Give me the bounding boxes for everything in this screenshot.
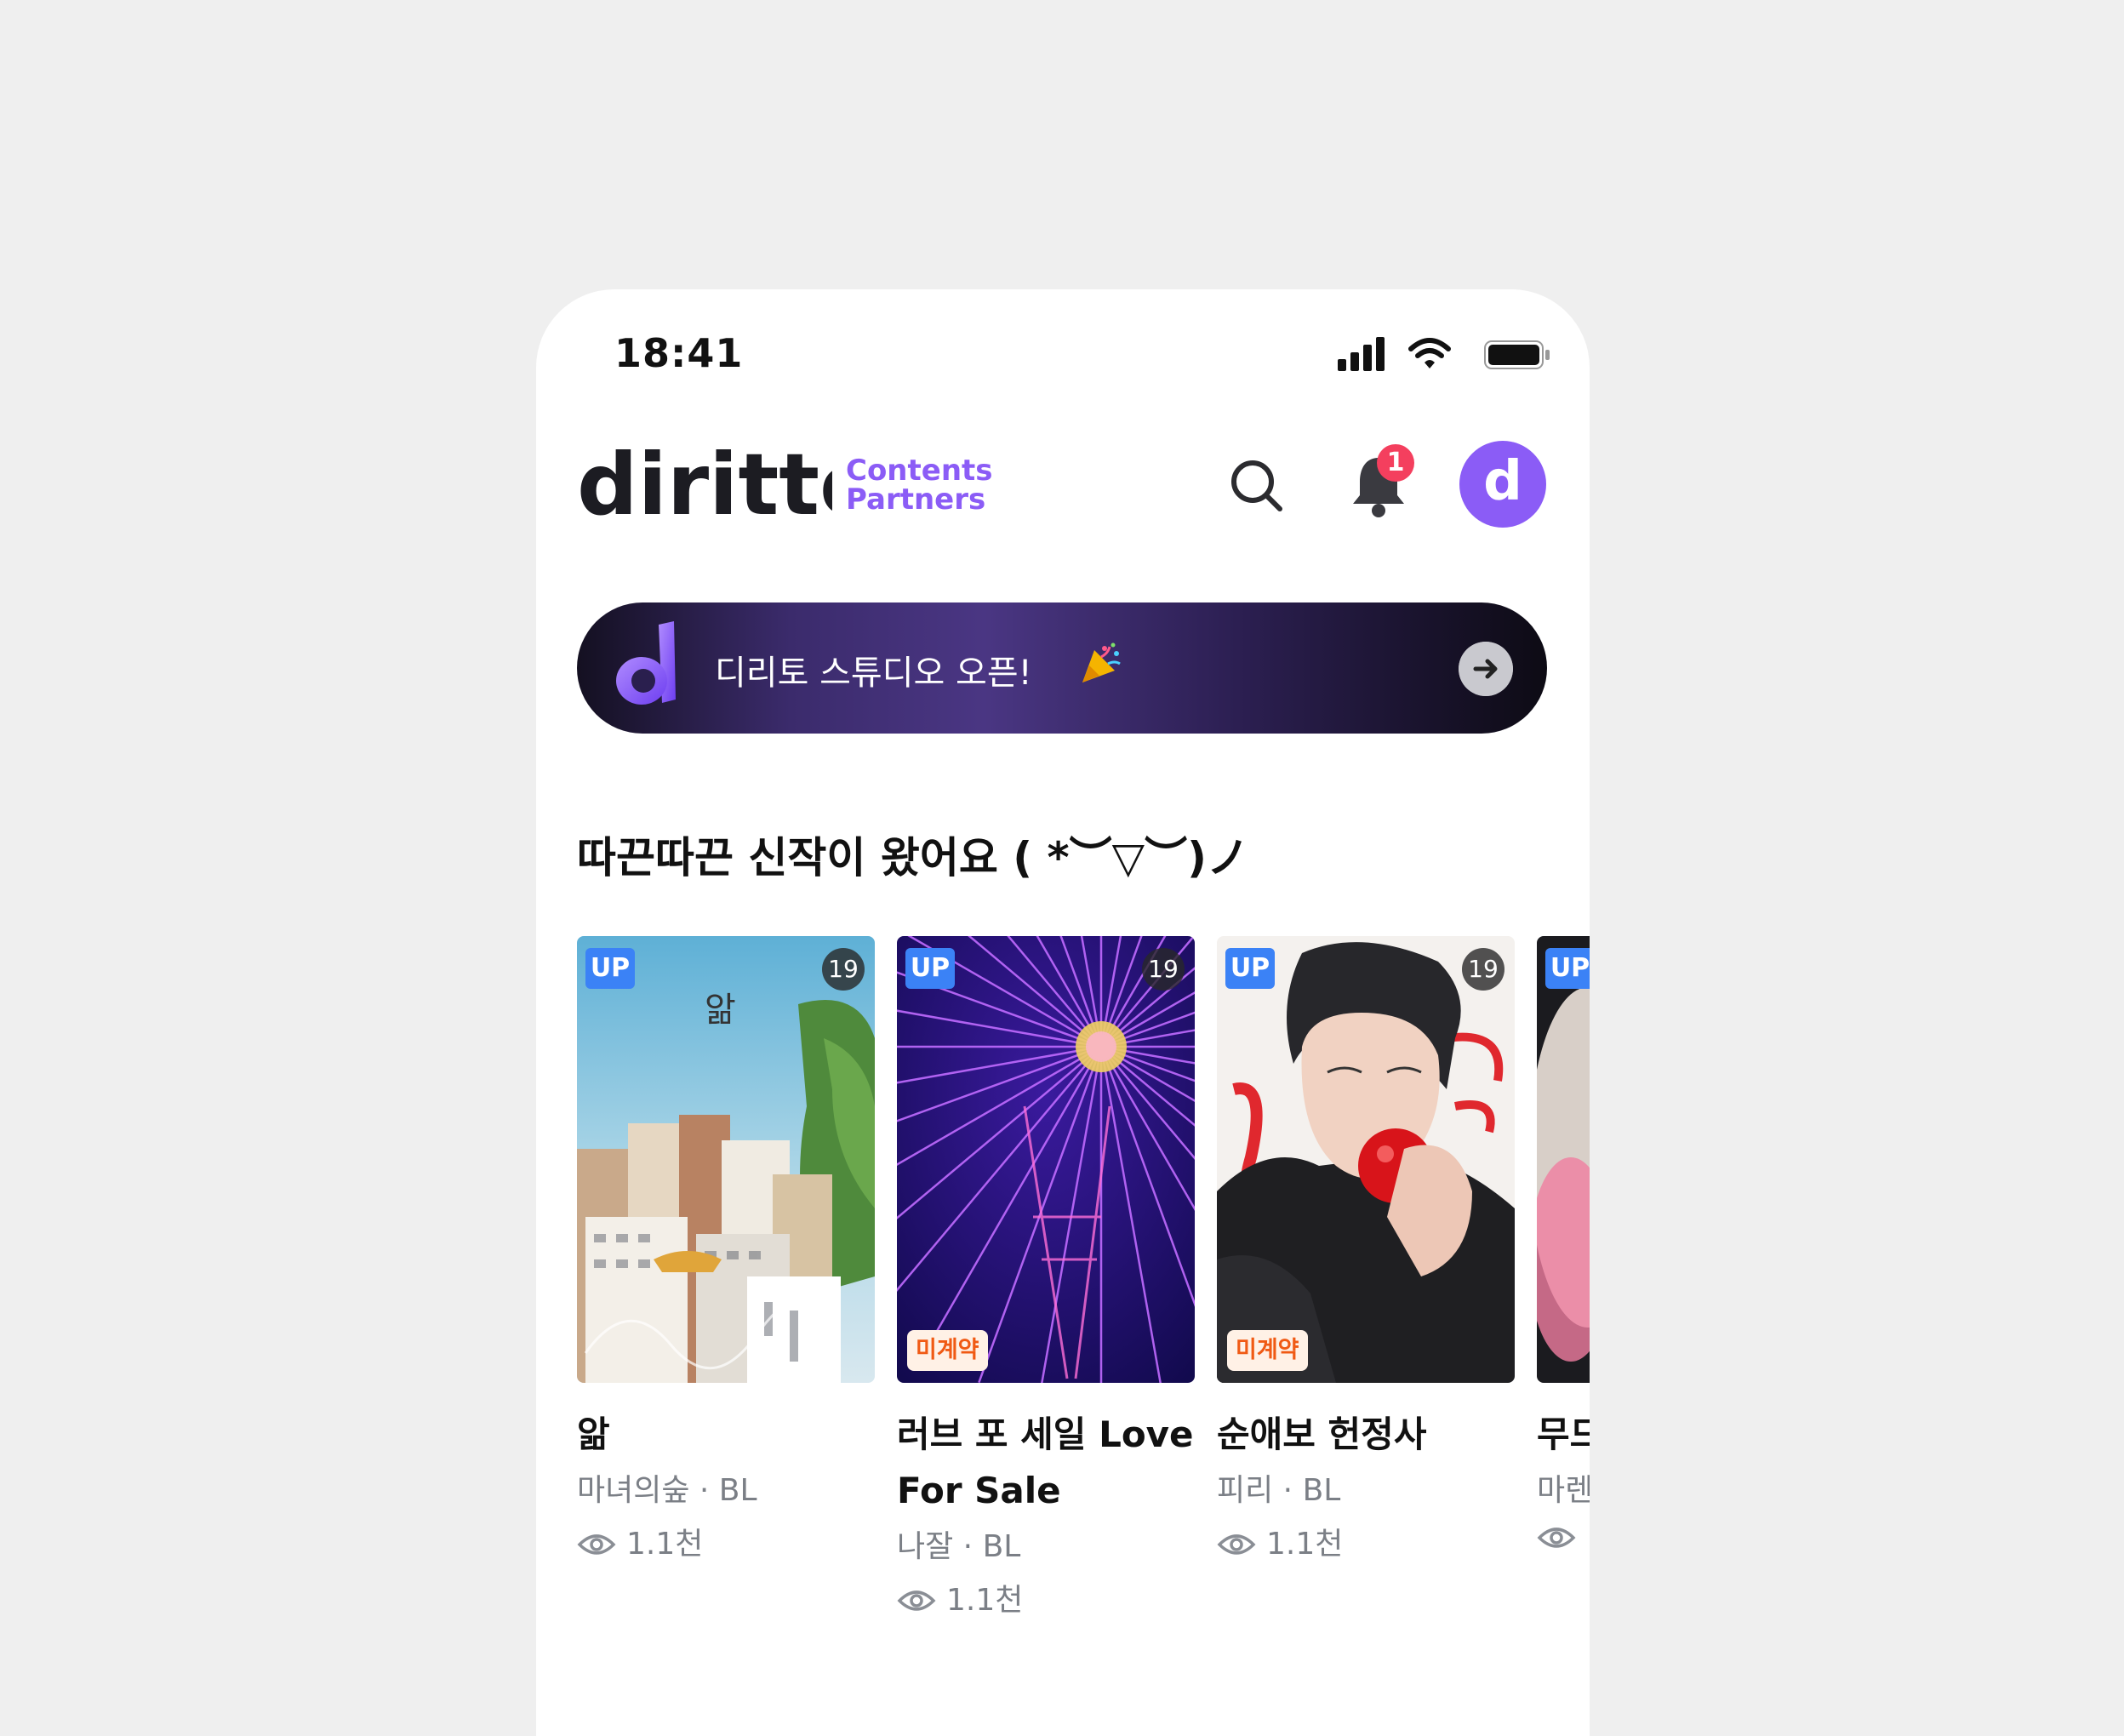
logo-sub-partners: Partners — [846, 483, 986, 517]
banner-text: 디리토 스튜디오 오픈! — [715, 654, 1032, 693]
eye-icon — [577, 1534, 616, 1555]
party-popper-icon — [1082, 642, 1121, 682]
uncontracted-badge: 미계약 — [907, 1330, 988, 1371]
phone-screen: 18:41 diritto Contents Partners — [536, 289, 1590, 1736]
logo-text: diritto — [577, 441, 832, 534]
notification-badge: 1 — [1377, 444, 1414, 482]
uncontracted-badge: 미계약 — [1227, 1330, 1308, 1371]
status-time: 18:41 — [614, 330, 744, 376]
card-title[interactable]: 무드 Mo — [1537, 1407, 1590, 1463]
card-author-genre: 마렌 — [1537, 1473, 1590, 1508]
search-icon[interactable] — [1224, 453, 1288, 517]
cover-art-ferris-wheel — [897, 936, 1195, 1383]
work-card[interactable]: 앎 UP 19 앎 마녀의숲 · BL 1.1천 — [577, 936, 875, 1565]
arrow-right-icon[interactable] — [1459, 642, 1513, 696]
eye-icon — [1217, 1534, 1256, 1555]
card-title[interactable]: 순애보 헌정사 — [1217, 1407, 1515, 1463]
signal-icon — [1338, 337, 1385, 371]
cover-image[interactable]: UP 19 미계약 — [1217, 936, 1515, 1383]
work-card[interactable]: UP 19 미계약 순애보 헌정사 피리 · BL 1.1천 — [1217, 936, 1515, 1565]
logo-subtitle: Contents Partners — [846, 456, 993, 514]
age-19-badge: 19 — [1462, 948, 1504, 991]
card-author-genre: 마녀의숲 · BL — [577, 1473, 757, 1508]
age-19-badge: 19 — [822, 948, 865, 991]
cover-art-abstract — [1537, 936, 1590, 1383]
cover-image[interactable]: UP 19 미계약 — [897, 936, 1195, 1383]
work-card[interactable]: UP 무드 Mo 마렌 — [1537, 936, 1590, 1551]
card-title[interactable]: 앎 — [577, 1407, 875, 1463]
up-badge: UP — [585, 948, 635, 989]
card-views — [1537, 1524, 1590, 1551]
view-count: 1.1천 — [1266, 1527, 1344, 1562]
work-card[interactable]: UP 19 미계약 러브 포 세일 Love For Sale 나잘 · BL … — [897, 936, 1195, 1621]
cover-image[interactable]: 앎 UP 19 — [577, 936, 875, 1383]
view-count: 1.1천 — [946, 1583, 1024, 1618]
card-author-genre: 나잘 · BL — [897, 1529, 1021, 1564]
cover-art-town: 앎 — [577, 936, 875, 1383]
battery-icon — [1484, 340, 1550, 369]
section-title: 따끈따끈 신작이 왔어요 ( *︶▽︶)ノ — [577, 833, 1249, 882]
avatar[interactable]: d — [1459, 441, 1546, 528]
up-badge: UP — [1545, 948, 1590, 989]
up-badge: UP — [905, 948, 955, 989]
cover-image[interactable]: UP — [1537, 936, 1590, 1383]
eye-icon — [1537, 1528, 1576, 1548]
wifi-icon — [1408, 338, 1451, 368]
age-19-badge: 19 — [1142, 948, 1185, 991]
card-views: 1.1천 — [577, 1524, 875, 1565]
card-views: 1.1천 — [1217, 1524, 1515, 1565]
cover-art-portrait — [1217, 936, 1515, 1383]
up-badge: UP — [1225, 948, 1275, 989]
eye-icon — [897, 1590, 936, 1611]
card-title[interactable]: 러브 포 세일 Love For Sale — [897, 1407, 1195, 1519]
cover-title-text: 앎 — [705, 991, 736, 1030]
banner-d-logo-icon — [616, 621, 676, 705]
logo-sub-contents: Contents — [846, 454, 993, 488]
view-count: 1.1천 — [626, 1527, 704, 1562]
card-views: 1.1천 — [897, 1580, 1195, 1621]
diritto-logo[interactable]: diritto — [577, 441, 832, 534]
card-author-genre: 피리 · BL — [1217, 1473, 1341, 1508]
studio-open-banner[interactable]: 디리토 스튜디오 오픈! — [577, 602, 1547, 734]
